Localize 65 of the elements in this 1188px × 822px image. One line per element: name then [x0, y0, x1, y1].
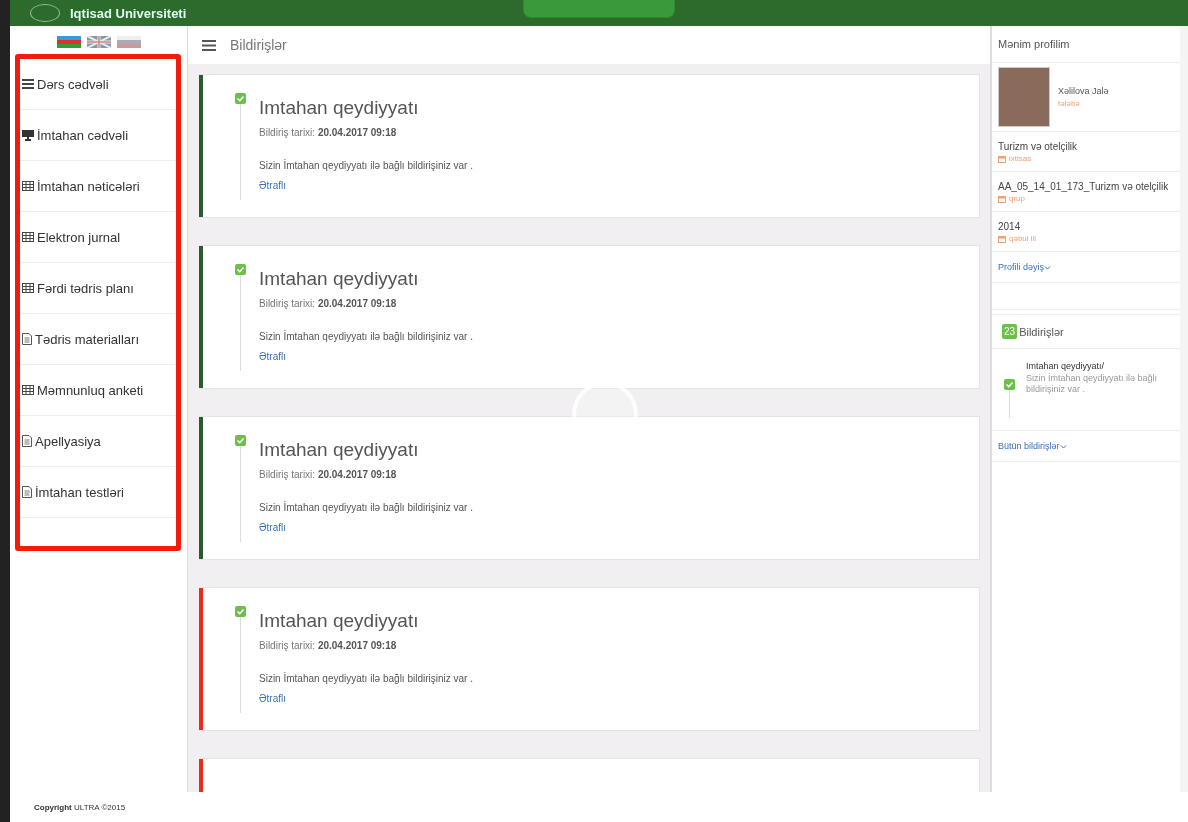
menu-icon[interactable]	[202, 39, 216, 51]
details-link[interactable]: Ətraflı	[259, 693, 286, 704]
sidebar-item[interactable]: Apellyasiya	[20, 416, 176, 467]
checkbox-icon	[234, 93, 246, 104]
notification-date: Bildiriş tarixi: 20.04.2017 09:18	[259, 640, 398, 651]
notification-title: Imtahan qeydiyyatı	[259, 610, 420, 632]
details-link[interactable]: Ətraflı	[259, 522, 286, 533]
details-link[interactable]: Ətraflı	[259, 351, 286, 362]
notification-title: Imtahan qeydiyyatı	[259, 97, 420, 119]
notification-message: Sizin İmtahan qeydiyyatı ilə bağlı bildirişiniz var .	[259, 673, 473, 684]
notification-date: Bildiriş tarixi: 20.04.2017 09:18	[259, 469, 398, 480]
notification-date: Bildiriş tarixi: 20.04.2017 09:18	[259, 298, 398, 309]
sidebar-item[interactable]: Elektron jurnal	[20, 212, 176, 263]
profile-role: tələbə	[1058, 99, 1081, 108]
notification-date: Bildiriş tarixi: 20.04.2017 09:18	[259, 127, 398, 138]
profile-field-value: Turizm və otelçilik	[998, 140, 1079, 153]
notification-title: Imtahan qeydiyyatı	[259, 268, 420, 290]
chevron-icon	[1059, 444, 1067, 449]
notification-message: Sizin İmtahan qeydiyyatı ilə bağlı bildirişiniz var .	[1026, 373, 1159, 395]
list-icon	[22, 79, 34, 89]
monitor-icon	[22, 129, 34, 141]
sidebar-item[interactable]: Tədris materialları	[20, 314, 176, 365]
checkbox-icon	[234, 435, 246, 446]
checkbox-icon	[234, 606, 246, 617]
chevron-icon	[1044, 265, 1051, 270]
document-icon	[22, 435, 32, 447]
calendar-icon	[998, 234, 1006, 243]
sidebar-item[interactable]: Fərdi tədris planı	[20, 263, 176, 314]
checkbox-icon	[234, 264, 246, 275]
university-name: Iqtisad Universiteti	[70, 5, 187, 21]
notification-title: Imtahan qeydiyyatı	[259, 439, 420, 461]
sidebar-item[interactable]: İmtahan nəticələri	[20, 161, 176, 212]
profile-field-value: AA_05_14_01_173_Turizm və otelçilik	[998, 180, 1170, 193]
flag-icon[interactable]	[116, 36, 141, 48]
table-icon	[22, 181, 34, 191]
notifications-heading: Bildirişlər	[1019, 325, 1064, 338]
sidebar-item[interactable]: Məmnunluq anketi	[20, 365, 176, 416]
sidebar-item[interactable]: İmtahan testləri	[20, 467, 176, 518]
table-icon	[22, 385, 34, 395]
photo-placeholder	[998, 67, 1050, 127]
profile-field-label: qrup	[1009, 194, 1025, 203]
sidebar-item[interactable]: Dərs cədvəli	[20, 59, 176, 110]
scrollbar[interactable]	[1180, 26, 1188, 792]
flag-icon[interactable]	[86, 36, 111, 48]
document-icon	[22, 333, 32, 345]
notification-message: Sizin İmtahan qeydiyyatı ilə bağlı bildirişiniz var .	[259, 331, 473, 342]
profile-field-value: 2014	[998, 220, 1022, 233]
calendar-icon	[998, 154, 1006, 163]
table-icon	[22, 283, 34, 293]
document-icon	[22, 486, 32, 498]
calendar-icon	[998, 194, 1006, 203]
page-title: Bildirişlər	[230, 37, 287, 53]
profile-field-label: ixtisas	[1009, 154, 1032, 163]
copyright-text: Copyright ULTRA ©2015	[34, 802, 126, 812]
profile-name: Xəlilova Jalə	[1058, 86, 1109, 96]
notification-message: Sizin İmtahan qeydiyyatı ilə bağlı bildirişiniz var .	[259, 502, 473, 513]
notification-message: Sizin İmtahan qeydiyyatı ilə bağlı bildirişiniz var .	[259, 160, 473, 171]
profile-field-label: qəbul ili	[1009, 234, 1037, 243]
sidebar-item[interactable]: İmtahan cədvəli	[20, 110, 176, 161]
checkbox-icon	[1003, 379, 1015, 390]
notification-title: Imtahan qeydiyyatı/	[1026, 361, 1106, 371]
flag-icon[interactable]	[56, 36, 81, 48]
table-icon	[22, 232, 34, 242]
count-badge: 23	[1002, 324, 1018, 339]
details-link[interactable]: Ətraflı	[259, 180, 286, 191]
